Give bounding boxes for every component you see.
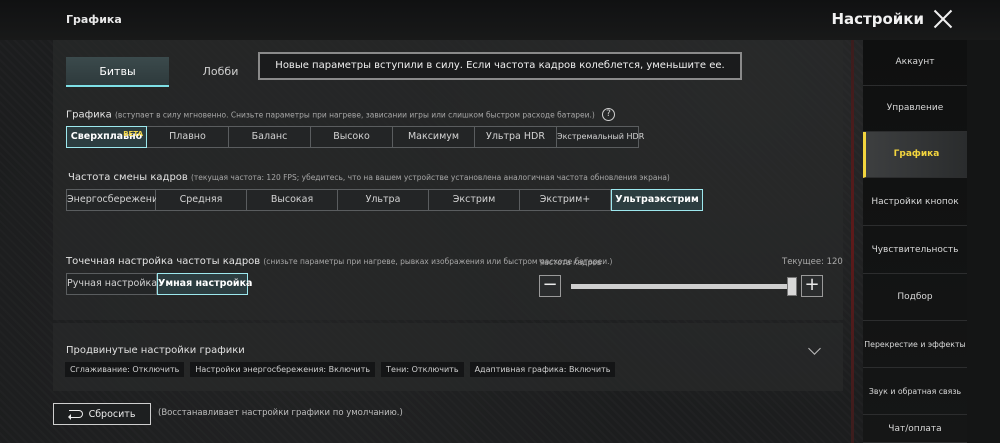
graphics-option-high[interactable]: Высоко (311, 126, 393, 148)
framerate-option-power-saving[interactable]: Энергосбережение (66, 189, 164, 211)
framerate-label: Частота смены кадров (68, 172, 188, 183)
page-title: Графика (66, 13, 122, 26)
sidebar-accent-bar (851, 40, 854, 443)
settings-title: Настройки (831, 10, 924, 28)
increase-button[interactable]: + (801, 275, 823, 297)
framerate-option-high[interactable]: Высокая (247, 189, 338, 211)
sidebar-item-crosshair[interactable]: Перекрестие и эффекты (863, 322, 967, 368)
fine-tune-mode-selector: Ручная настройка Умная настройка (66, 273, 252, 295)
chip-shadows: Тени: Отключить (381, 362, 464, 377)
reset-label: Сбросить (88, 408, 136, 420)
tab-lobby[interactable]: Лобби (169, 57, 272, 87)
beta-badge: BETA (123, 130, 143, 138)
framerate-slider-track[interactable] (571, 284, 791, 289)
chip-antialiasing: Сглаживание: Отключить (65, 362, 185, 377)
framerate-option-ultra-extreme[interactable]: Ультраэкстрим (611, 189, 703, 211)
sidebar-item-controls[interactable]: Управление (863, 86, 967, 132)
slider-label: Частота кадров (539, 258, 602, 267)
sidebar-item-sound[interactable]: Звук и обратная связь (863, 369, 967, 415)
graphics-option-ultra-hdr[interactable]: Ультра HDR (475, 126, 557, 148)
right-edge (967, 40, 1000, 443)
graphics-option-balanced[interactable]: Баланс (229, 126, 311, 148)
reset-button[interactable]: Сбросить (53, 403, 151, 425)
framerate-option-ultra[interactable]: Ультра (338, 189, 429, 211)
slider-current-value: Текущее: 120 (782, 257, 843, 267)
reset-note: (Восстанавливает настройки графики по ум… (158, 408, 403, 418)
mode-tabs: Битвы Лобби (66, 57, 272, 87)
graphics-quality-selector: Сверхплавно BETA Плавно Баланс Высоко Ма… (66, 126, 644, 148)
fine-tune-label-row: Точечная настройка частоты кадров (снизь… (66, 256, 612, 267)
decrease-button[interactable]: − (539, 275, 561, 297)
sidebar-item-account[interactable]: Аккаунт (863, 40, 967, 86)
tab-battles[interactable]: Битвы (66, 57, 169, 87)
framerate-slider-handle[interactable] (787, 277, 797, 296)
advanced-chips: Сглаживание: Отключить Настройки энергос… (65, 362, 616, 377)
graphics-label-row: Графика (вступает в силу мгновенно. Сниз… (66, 108, 616, 121)
mode-smart[interactable]: Умная настройка (157, 273, 252, 295)
mode-manual[interactable]: Ручная настройка (66, 273, 157, 295)
graphics-option-smooth[interactable]: Плавно (147, 126, 229, 148)
reset-icon (67, 410, 83, 420)
framerate-selector: Энергосбережение Средняя Высокая Ультра … (66, 189, 703, 211)
advanced-settings-title: Продвинутые настройки графики (66, 345, 245, 356)
chip-adaptive-graphics: Адаптивная графика: Включить (469, 362, 616, 377)
framerate-option-extreme-plus[interactable]: Экстрим+ (520, 189, 611, 211)
close-icon[interactable] (932, 8, 954, 30)
framerate-sublabel: (текущая частота: 120 FPS; убедитесь, чт… (191, 173, 670, 182)
help-icon[interactable]: ? (602, 108, 616, 121)
advanced-panel (53, 323, 843, 391)
graphics-sublabel: (вступает в силу мгновенно. Снизьте пара… (114, 110, 595, 120)
graphics-label: Графика (66, 109, 112, 121)
graphics-option-extreme-hdr[interactable]: Экстремальный HDR (557, 126, 644, 148)
fine-tune-label: Точечная настройка частоты кадров (66, 256, 261, 267)
chip-power-saving: Настройки энергосбережения: Включить (190, 362, 376, 377)
graphics-option-max[interactable]: Максимум (393, 126, 475, 148)
framerate-option-medium[interactable]: Средняя (156, 189, 247, 211)
graphics-option-ultra-smooth[interactable]: Сверхплавно BETA (66, 126, 147, 148)
sidebar-item-chat[interactable]: Чат/оплата (863, 416, 967, 443)
sidebar-item-button-settings[interactable]: Настройки кнопок (863, 180, 967, 226)
framerate-option-extreme[interactable]: Экстрим (429, 189, 520, 211)
sidebar-item-graphics[interactable]: Графика (863, 132, 967, 178)
notice-banner: Новые параметры вступили в силу. Если ча… (258, 52, 742, 80)
sidebar-item-sensitivity[interactable]: Чувствительность (863, 228, 967, 274)
sidebar-item-matchmaking[interactable]: Подбор (863, 275, 967, 321)
framerate-label-row: Частота смены кадров (текущая частота: 1… (68, 172, 670, 183)
